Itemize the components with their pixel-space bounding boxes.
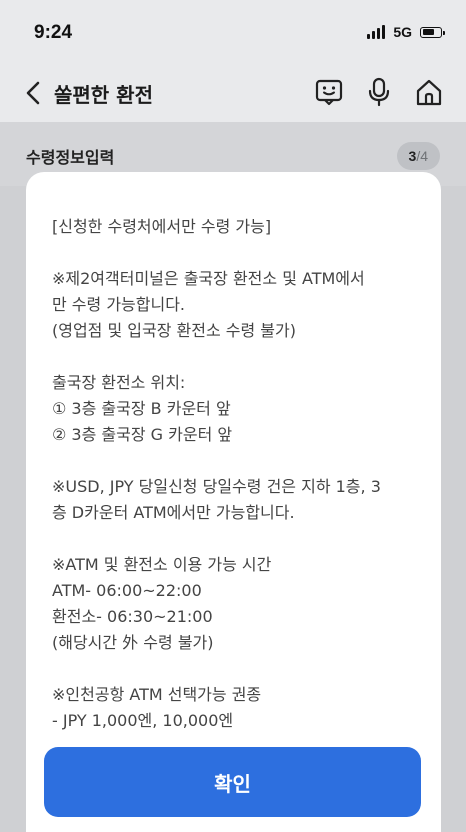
notice-line: ② 3층 출국장 G 카운터 앞	[52, 425, 233, 444]
notice-line: 출국장 환전소 위치:	[52, 373, 186, 392]
notice-line: (영업점 및 입국장 환전소 수령 불가)	[52, 321, 296, 340]
notice-line: ※제2여객터미널은 출국장 환전소 및 ATM에서	[52, 269, 365, 288]
signal-icon	[367, 25, 386, 39]
notice-line: ① 3층 출국장 B 카운터 앞	[52, 399, 231, 418]
step-total: 4	[420, 148, 428, 164]
notice-line: ※인천공항 ATM 선택가능 권종	[52, 685, 262, 704]
step-title: 수령정보입력	[26, 148, 115, 167]
notice-line: 환전소- 06:30~21:00	[52, 607, 213, 626]
header-actions	[314, 76, 444, 108]
app-header: 쏠편한 환전	[0, 66, 466, 122]
step-indicator-badge: 3 / 4	[396, 142, 440, 170]
network-label: 5G	[393, 24, 412, 40]
status-time: 9:24	[34, 22, 73, 43]
step-current: 3	[408, 148, 417, 164]
status-indicators: 5G	[367, 24, 445, 40]
notice-line: ※ATM 및 환전소 이용 가능 시간	[52, 555, 272, 574]
chatbot-icon[interactable]	[314, 76, 344, 108]
notice-line: 만 수령 가능합니다.	[52, 295, 186, 314]
notice-line: [신청한 수령처에서만 수령 가능]	[52, 217, 272, 236]
home-icon[interactable]	[414, 76, 444, 108]
page-title: 쏠편한 환전	[54, 83, 153, 107]
back-arrow-icon[interactable]	[20, 78, 48, 108]
notice-text: [신청한 수령처에서만 수령 가능] ※제2여객터미널은 출국장 환전소 및 A…	[52, 214, 424, 734]
notice-line: - JPY 1,000엔, 10,000엔	[52, 711, 234, 730]
notice-bottom-sheet: [신청한 수령처에서만 수령 가능] ※제2여객터미널은 출국장 환전소 및 A…	[26, 172, 441, 832]
notice-line: 층 D카운터 ATM에서만 가능합니다.	[52, 503, 295, 522]
notice-line: ATM- 06:00~22:00	[52, 581, 202, 600]
battery-icon	[420, 26, 445, 38]
microphone-icon[interactable]	[364, 76, 394, 108]
status-bar: 9:24 5G	[0, 0, 466, 66]
notice-line: (해당시간 外 수령 불가)	[52, 633, 214, 652]
notice-line: ※USD, JPY 당일신청 당일수령 건은 지하 1층, 3	[52, 477, 381, 496]
confirm-button[interactable]: 확인	[44, 747, 421, 817]
